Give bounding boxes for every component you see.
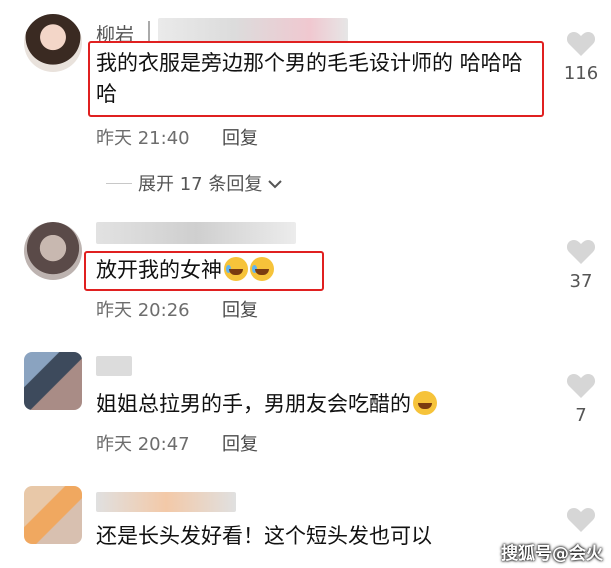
comment-text: 我的衣服是旁边那个男的毛毛设计师的 哈哈哈哈	[96, 51, 523, 106]
heart-icon[interactable]	[563, 238, 599, 265]
comment-time: 昨天 21:40	[96, 128, 190, 149]
blurred-username	[96, 356, 132, 376]
comment-time: 昨天 20:47	[96, 434, 190, 455]
avatar[interactable]	[24, 486, 82, 544]
blurred-username	[96, 492, 236, 512]
comment-text-label: 姐姐总拉男的手，男朋友会吃醋的	[96, 392, 411, 416]
like-button[interactable]: 116	[563, 30, 599, 84]
heart-icon[interactable]	[563, 30, 599, 57]
reply-button[interactable]: 回复	[222, 124, 258, 150]
heart-icon[interactable]	[563, 372, 599, 399]
watermark: 搜狐号@会火	[501, 544, 603, 564]
chevron-down-icon[interactable]	[268, 173, 283, 194]
blurred-username	[96, 222, 296, 244]
grinning-emoji-icon	[413, 391, 437, 415]
crying-laughing-emoji-icon	[224, 257, 248, 281]
comment-text: 姐姐总拉男的手，男朋友会吃醋的	[96, 389, 437, 420]
reply-button[interactable]: 回复	[222, 430, 258, 456]
crying-laughing-emoji-icon	[250, 257, 274, 281]
like-button[interactable]: 7	[563, 372, 599, 426]
avatar[interactable]	[24, 222, 82, 280]
avatar[interactable]	[24, 352, 82, 410]
like-count: 37	[569, 271, 593, 292]
like-button[interactable]	[563, 506, 599, 533]
reply-button[interactable]: 回复	[222, 296, 258, 322]
comment-time: 昨天 20:26	[96, 300, 190, 321]
heart-icon[interactable]	[563, 506, 599, 533]
like-count: 7	[575, 405, 587, 426]
comment-text-label: 放开我的女神	[96, 258, 222, 282]
comment-text: 放开我的女神	[96, 255, 274, 286]
expand-label[interactable]: 展开 17 条回复	[138, 170, 262, 196]
comment-text: 还是长头发好看！这个短头发也可以	[96, 524, 432, 548]
like-button[interactable]: 37	[563, 238, 599, 292]
name-divider	[148, 21, 150, 41]
expand-divider	[106, 182, 132, 184]
expand-replies[interactable]: 展开 17 条回复	[106, 170, 283, 196]
avatar[interactable]	[24, 14, 82, 72]
like-count: 116	[563, 63, 599, 84]
blurred-username	[158, 18, 348, 42]
